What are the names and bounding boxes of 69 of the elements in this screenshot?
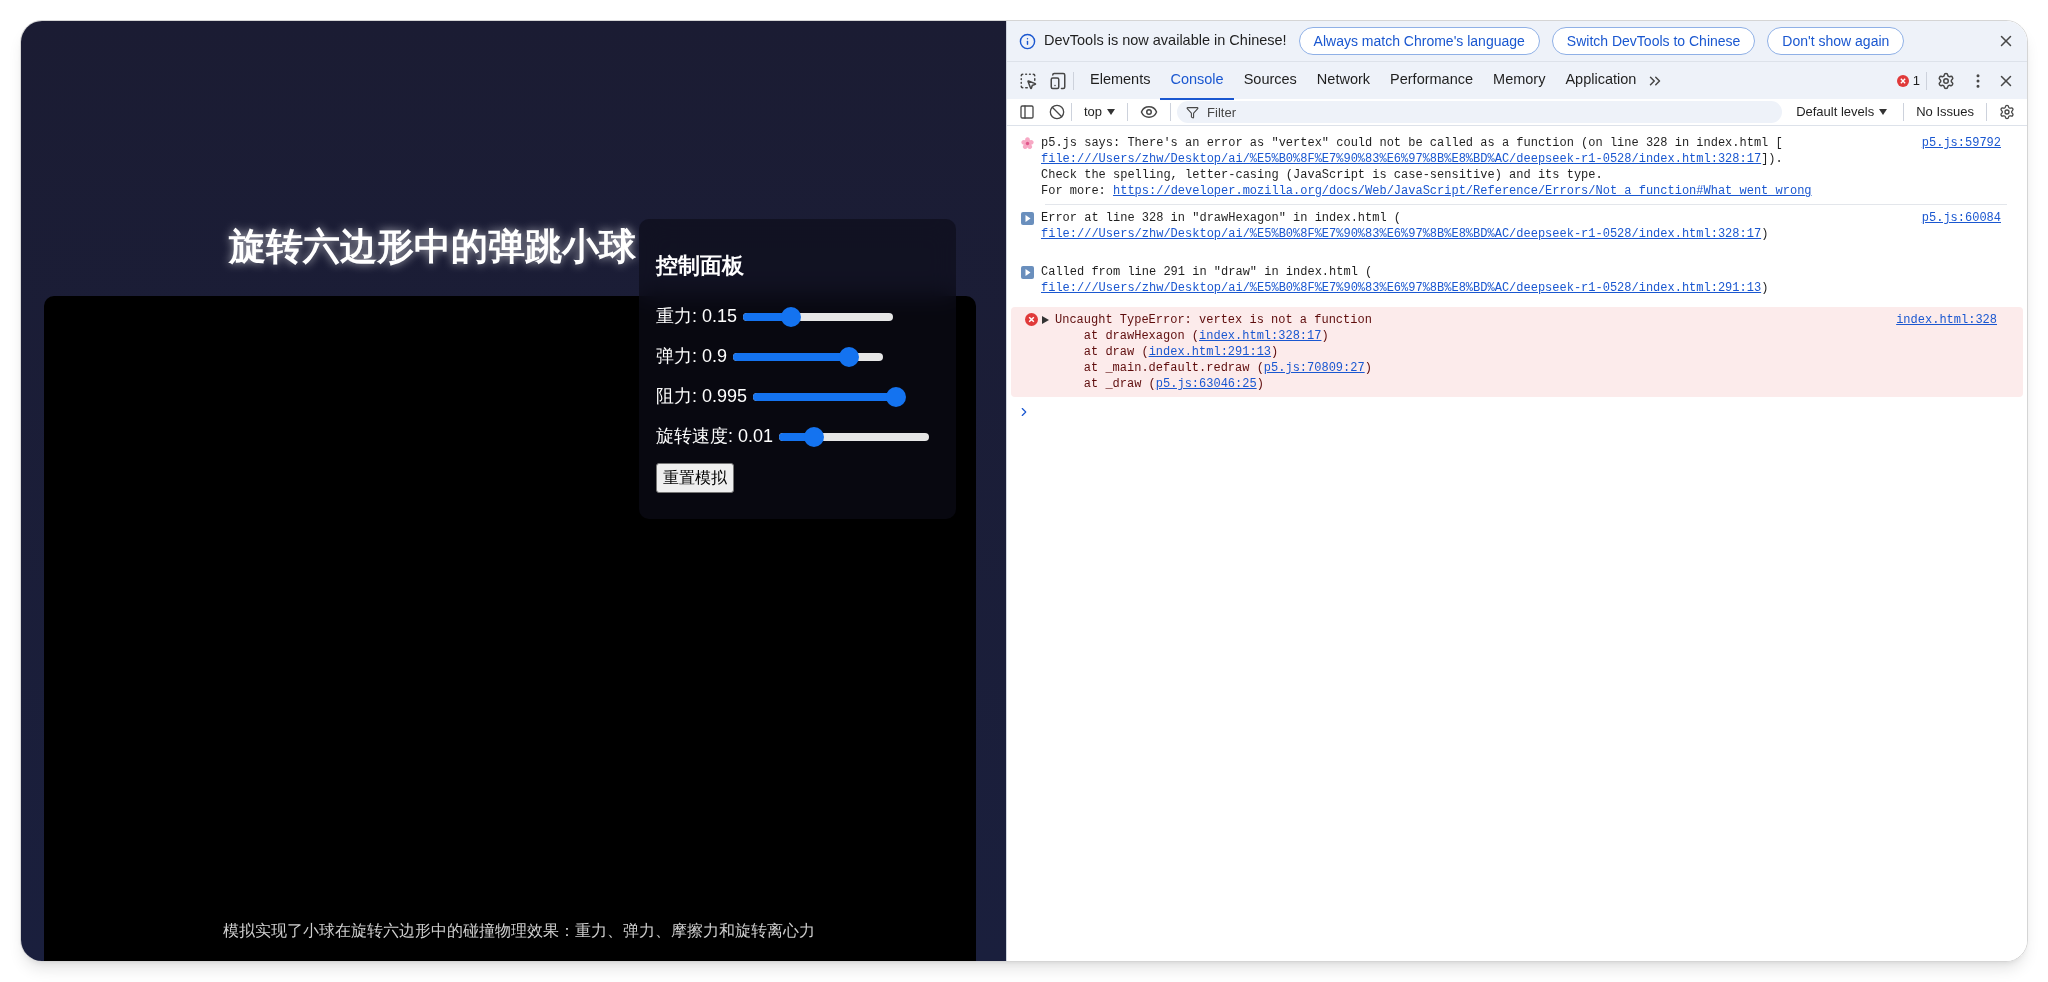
devtools-tab[interactable]: Elements (1080, 61, 1161, 100)
levels-select[interactable]: Default levels (1786, 102, 1898, 122)
slider[interactable] (743, 306, 894, 327)
info-message: DevTools is now available in Chinese! (1044, 31, 1287, 51)
eye-icon[interactable] (1140, 103, 1159, 121)
slider-label: 弹力: 0.9 (656, 345, 728, 368)
caret-icon (1879, 109, 1888, 115)
caption: 模拟实现了小球在旋转六边形中的碰撞物理效果：重力、弹力、摩擦力和旋转离心力 (222, 921, 815, 941)
settings-icon[interactable] (1937, 71, 1955, 90)
reset-button[interactable]: 重置模拟 (656, 463, 734, 493)
devtools-tab[interactable]: Performance (1380, 61, 1484, 100)
slider-label: 重力: 0.15 (656, 305, 738, 328)
filter-field[interactable]: Filter (1177, 101, 1783, 123)
devtools-tab[interactable]: Sources (1233, 61, 1307, 100)
panel-title: 控制面板 (656, 252, 745, 280)
console-link[interactable]: https://developer.mozilla.org/docs/Web/JavaScript/Reference/Errors/Not_a_function#What_went_wrong (1113, 184, 1812, 198)
source-link[interactable]: p5.js:60084 (1921, 210, 2001, 242)
slider-label: 旋转速度: 0.01 (656, 425, 774, 448)
console-link[interactable]: file:///Users/zhw/Desktop/ai/%E5%B0%8F%E7%90%83%E6%97%8B%E8%BD%AC/deepseek-r1-0528/index.html:291:13 (1041, 281, 1762, 295)
error-counter[interactable]: 1 (1896, 70, 1920, 91)
slider[interactable] (753, 386, 904, 407)
source-link[interactable]: index.html:328 (1896, 312, 1997, 392)
console-line: file:///Users/zhw/Desktop/ai/%E5%B0%8F%E7%90%83%E6%97%8B%E8%BD%AC/deepseek-r1-0528/index.html:328:17]). (1041, 151, 1784, 167)
error-icon (1896, 74, 1909, 87)
clear-icon[interactable] (1049, 104, 1065, 120)
console-link[interactable]: index.html:291:13 (1148, 345, 1272, 359)
console-link[interactable]: file:///Users/zhw/Desktop/ai/%E5%B0%8F%E7%90%83%E6%97%8B%E8%BD%AC/deepseek-r1-0528/index.html:328:17 (1041, 227, 1762, 241)
page-title: 旋转六边形中的弹跳小球 (229, 224, 636, 269)
devtools-tab[interactable]: Console (1160, 61, 1234, 100)
source-link[interactable]: p5.js:59792 (1921, 135, 2001, 199)
console-line: at draw (index.html:291:13) (1082, 344, 1280, 360)
device-icon[interactable] (1049, 71, 1067, 90)
slider[interactable] (779, 426, 930, 447)
flower-icon (1021, 137, 1034, 150)
console-line: file:///Users/zhw/Desktop/ai/%E5%B0%8F%E7%90%83%E6%97%8B%E8%BD%AC/deepseek-r1-0528/index.html:291:13) (1041, 280, 1770, 296)
expand-triangle-icon[interactable] (1042, 315, 1049, 324)
caret-icon (1107, 109, 1116, 115)
devtools-tab[interactable]: Network (1306, 61, 1381, 100)
issues-button[interactable]: No Issues (1910, 102, 1980, 122)
context-select[interactable]: top (1078, 102, 1122, 122)
error-icon (1025, 313, 1038, 326)
info-button[interactable]: Switch DevTools to Chinese (1551, 27, 1756, 55)
devtools-tab[interactable]: Application (1555, 61, 1647, 100)
console-line: Uncaught TypeError: vertex is not a function (1055, 312, 1373, 328)
console-link[interactable]: file:///Users/zhw/Desktop/ai/%E5%B0%8F%E7%90%83%E6%97%8B%E8%BD%AC/deepseek-r1-0528/index.html:328:17 (1041, 152, 1762, 166)
console-line: p5.js says: There's an error as "vertex" could not be called as a function (on line 328 in index.html [ (1041, 135, 1784, 151)
console-line: at _main.default.redraw (p5.js:70809:27) (1082, 360, 1373, 376)
expand-icon[interactable] (1021, 266, 1034, 279)
info-button[interactable]: Always match Chrome's language (1298, 27, 1540, 55)
settings-icon[interactable] (1999, 104, 2015, 120)
console-line: at drawHexagon (index.html:328:17) (1082, 328, 1330, 344)
console-line: Called from line 291 in "draw" in index.html ( (1041, 264, 1374, 280)
slider[interactable] (733, 346, 884, 367)
console-line: at _draw (p5.js:63046:25) (1082, 376, 1265, 392)
console-link[interactable]: index.html:328:17 (1199, 329, 1322, 343)
console-link[interactable]: p5.js:70809:27 (1263, 361, 1365, 375)
console-line: For more: https://developer.mozilla.org/docs/Web/JavaScript/Reference/Errors/Not_a_function#What_went_wrong (1041, 183, 1813, 199)
console-link[interactable]: p5.js:63046:25 (1155, 377, 1257, 391)
console-line: Check the spelling, letter-casing (JavaScript is case-sensitive) and its type. (1041, 167, 1604, 183)
filter-icon (1186, 105, 1200, 119)
info-icon (1019, 32, 1036, 50)
console-line: file:///Users/zhw/Desktop/ai/%E5%B0%8F%E7%90%83%E6%97%8B%E8%BD%AC/deepseek-r1-0528/index.html:328:17) (1041, 226, 1770, 242)
devtools-tab[interactable]: Memory (1483, 61, 1556, 100)
inspect-icon[interactable] (1019, 71, 1037, 90)
console-line: Error at line 328 in "drawHexagon" in index.html ( (1041, 210, 1403, 226)
sidebar-icon[interactable] (1019, 104, 1035, 120)
slider-label: 阻力: 0.995 (656, 385, 748, 408)
info-button[interactable]: Don't show again (1767, 27, 1905, 55)
expand-icon[interactable] (1021, 212, 1034, 225)
